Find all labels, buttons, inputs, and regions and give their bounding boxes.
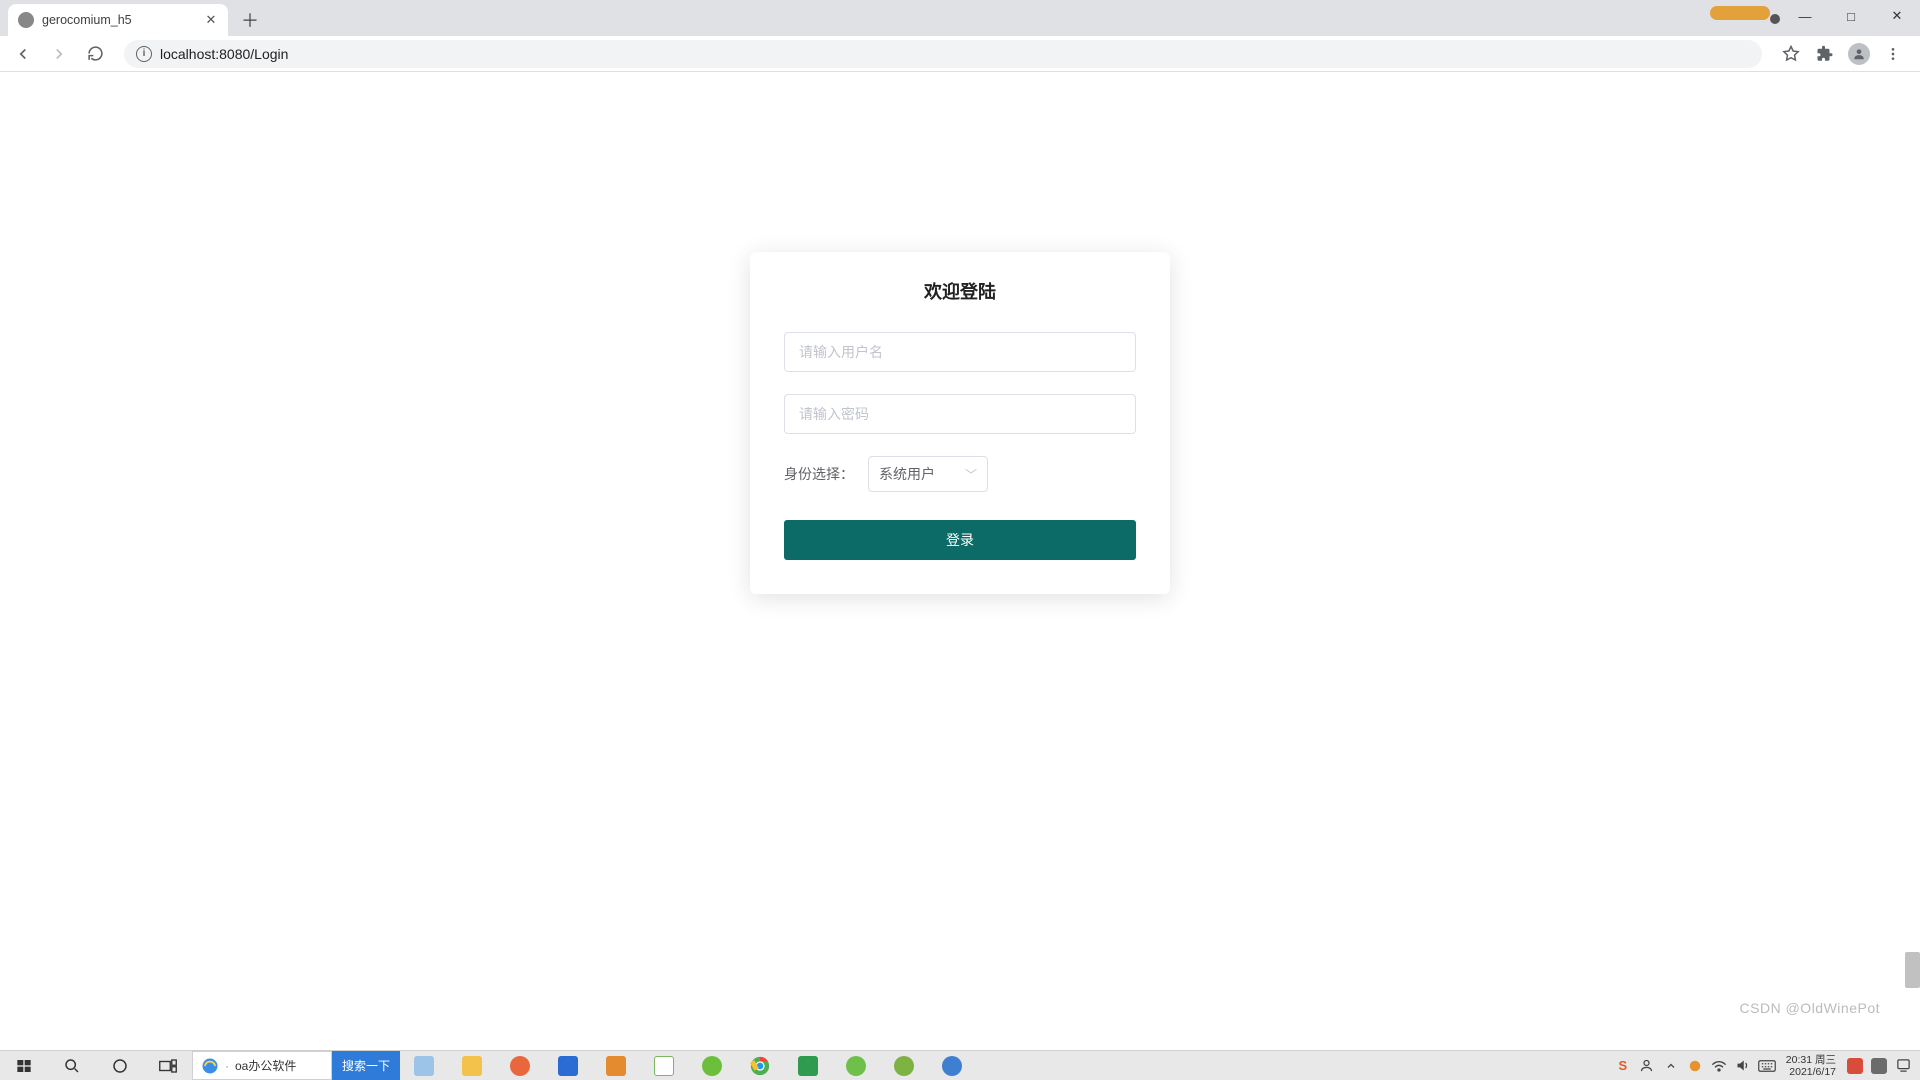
role-row: 身份选择： 系统用户 ﹀ [784,456,1136,492]
window-maximize-button[interactable]: □ [1828,0,1874,32]
browser-badge [1710,6,1770,20]
clock-day: 周三 [1815,1054,1836,1066]
task-view-icon [159,1059,177,1073]
taskbar-app-chrome[interactable] [736,1051,784,1080]
taskbar-app-10[interactable] [880,1051,928,1080]
taskbar-search-submit[interactable]: 搜索一下 [332,1051,400,1080]
start-button[interactable] [0,1051,48,1080]
tab-favicon [18,12,34,28]
taskbar-app-6[interactable] [640,1051,688,1080]
search-box-text: oa办公软件 [235,1057,296,1074]
profile-button[interactable] [1844,39,1874,69]
login-title: 欢迎登陆 [784,278,1136,304]
role-value: 系统用户 [879,464,935,484]
ie-icon [201,1057,219,1075]
nav-reload-button[interactable] [80,39,110,69]
taskbar-search-box[interactable]: · oa办公软件 [192,1051,332,1080]
login-card: 欢迎登陆 身份选择： 系统用户 ﹀ 登录 [750,252,1170,594]
site-info-icon[interactable]: i [136,46,152,62]
chrome-icon [750,1056,770,1076]
browser-badge-dot [1770,14,1780,24]
puzzle-icon [1816,45,1834,63]
browser-tab[interactable]: gerocomium_h5 ✕ [8,4,228,36]
taskbar-search-button[interactable] [48,1051,96,1080]
login-button[interactable]: 登录 [784,520,1136,560]
new-tab-button[interactable]: ＋ [236,6,264,34]
tab-title: gerocomium_h5 [42,13,132,27]
taskbar-app-8[interactable] [784,1051,832,1080]
role-label: 身份选择： [784,464,854,484]
tray-people-icon[interactable] [1636,1051,1658,1080]
windows-taskbar: · oa办公软件 搜索一下 S [0,1050,1920,1080]
window-controls: ― □ ✕ [1782,0,1920,32]
taskbar-app-3[interactable] [496,1051,544,1080]
arrow-left-icon [14,45,32,63]
system-tray: S 20:31 周三 2021/6/17 [1612,1051,1920,1080]
password-input[interactable] [784,394,1136,434]
tray-notifications-icon[interactable] [1892,1051,1914,1080]
username-input[interactable] [784,332,1136,372]
window-minimize-button[interactable]: ― [1782,0,1828,32]
windows-logo-icon [16,1058,32,1074]
taskbar-app-2[interactable] [448,1051,496,1080]
browser-toolbar: i localhost:8080/Login [0,36,1920,72]
tab-strip: gerocomium_h5 ✕ ＋ ― □ ✕ [0,0,1920,36]
browser-chrome: gerocomium_h5 ✕ ＋ ― □ ✕ i localhost:8080… [0,0,1920,72]
taskbar-app-5[interactable] [592,1051,640,1080]
browser-menu-button[interactable] [1878,39,1908,69]
taskbar-app-4[interactable] [544,1051,592,1080]
clock-date: 2021/6/17 [1789,1066,1836,1078]
tray-extra-2[interactable] [1868,1051,1890,1080]
scrollbar-thumb[interactable] [1905,952,1920,988]
reload-icon [87,45,104,62]
url-text: localhost:8080/Login [160,46,288,62]
tray-ime-indicator[interactable]: S [1612,1051,1634,1080]
arrow-right-icon [50,45,68,63]
extensions-button[interactable] [1810,39,1840,69]
tray-volume-icon[interactable] [1732,1051,1754,1080]
role-select[interactable]: 系统用户 ﹀ [868,456,988,492]
nav-back-button[interactable] [8,39,38,69]
tray-sync-icon[interactable] [1684,1051,1706,1080]
page-viewport: 欢迎登陆 身份选择： 系统用户 ﹀ 登录 CSDN @OldWinePot [0,72,1920,1050]
tray-wifi-icon[interactable] [1708,1051,1730,1080]
kebab-icon [1885,46,1901,62]
taskbar-app-1[interactable] [400,1051,448,1080]
cortana-button[interactable] [96,1051,144,1080]
search-submit-label: 搜索一下 [342,1057,390,1074]
search-icon [64,1058,80,1074]
tray-extra-1[interactable] [1844,1051,1866,1080]
tray-overflow-icon[interactable] [1660,1051,1682,1080]
avatar-icon [1848,43,1870,65]
taskbar-app-7[interactable] [688,1051,736,1080]
taskbar-left: · oa办公软件 搜索一下 [0,1051,976,1080]
nav-forward-button[interactable] [44,39,74,69]
watermark-text: CSDN @OldWinePot [1740,1000,1880,1016]
taskbar-app-9[interactable] [832,1051,880,1080]
tray-keyboard-icon[interactable] [1756,1051,1778,1080]
star-icon [1782,45,1800,63]
address-bar[interactable]: i localhost:8080/Login [124,40,1762,68]
chevron-down-icon: ﹀ [965,466,977,483]
circle-icon [112,1058,128,1074]
tab-close-icon[interactable]: ✕ [204,13,218,27]
task-view-button[interactable] [144,1051,192,1080]
window-close-button[interactable]: ✕ [1874,0,1920,32]
clock-time: 20:31 [1786,1054,1812,1066]
taskbar-clock[interactable]: 20:31 周三 2021/6/17 [1780,1054,1842,1078]
taskbar-app-11[interactable] [928,1051,976,1080]
bookmark-button[interactable] [1776,39,1806,69]
toolbar-right-icons [1776,39,1912,69]
